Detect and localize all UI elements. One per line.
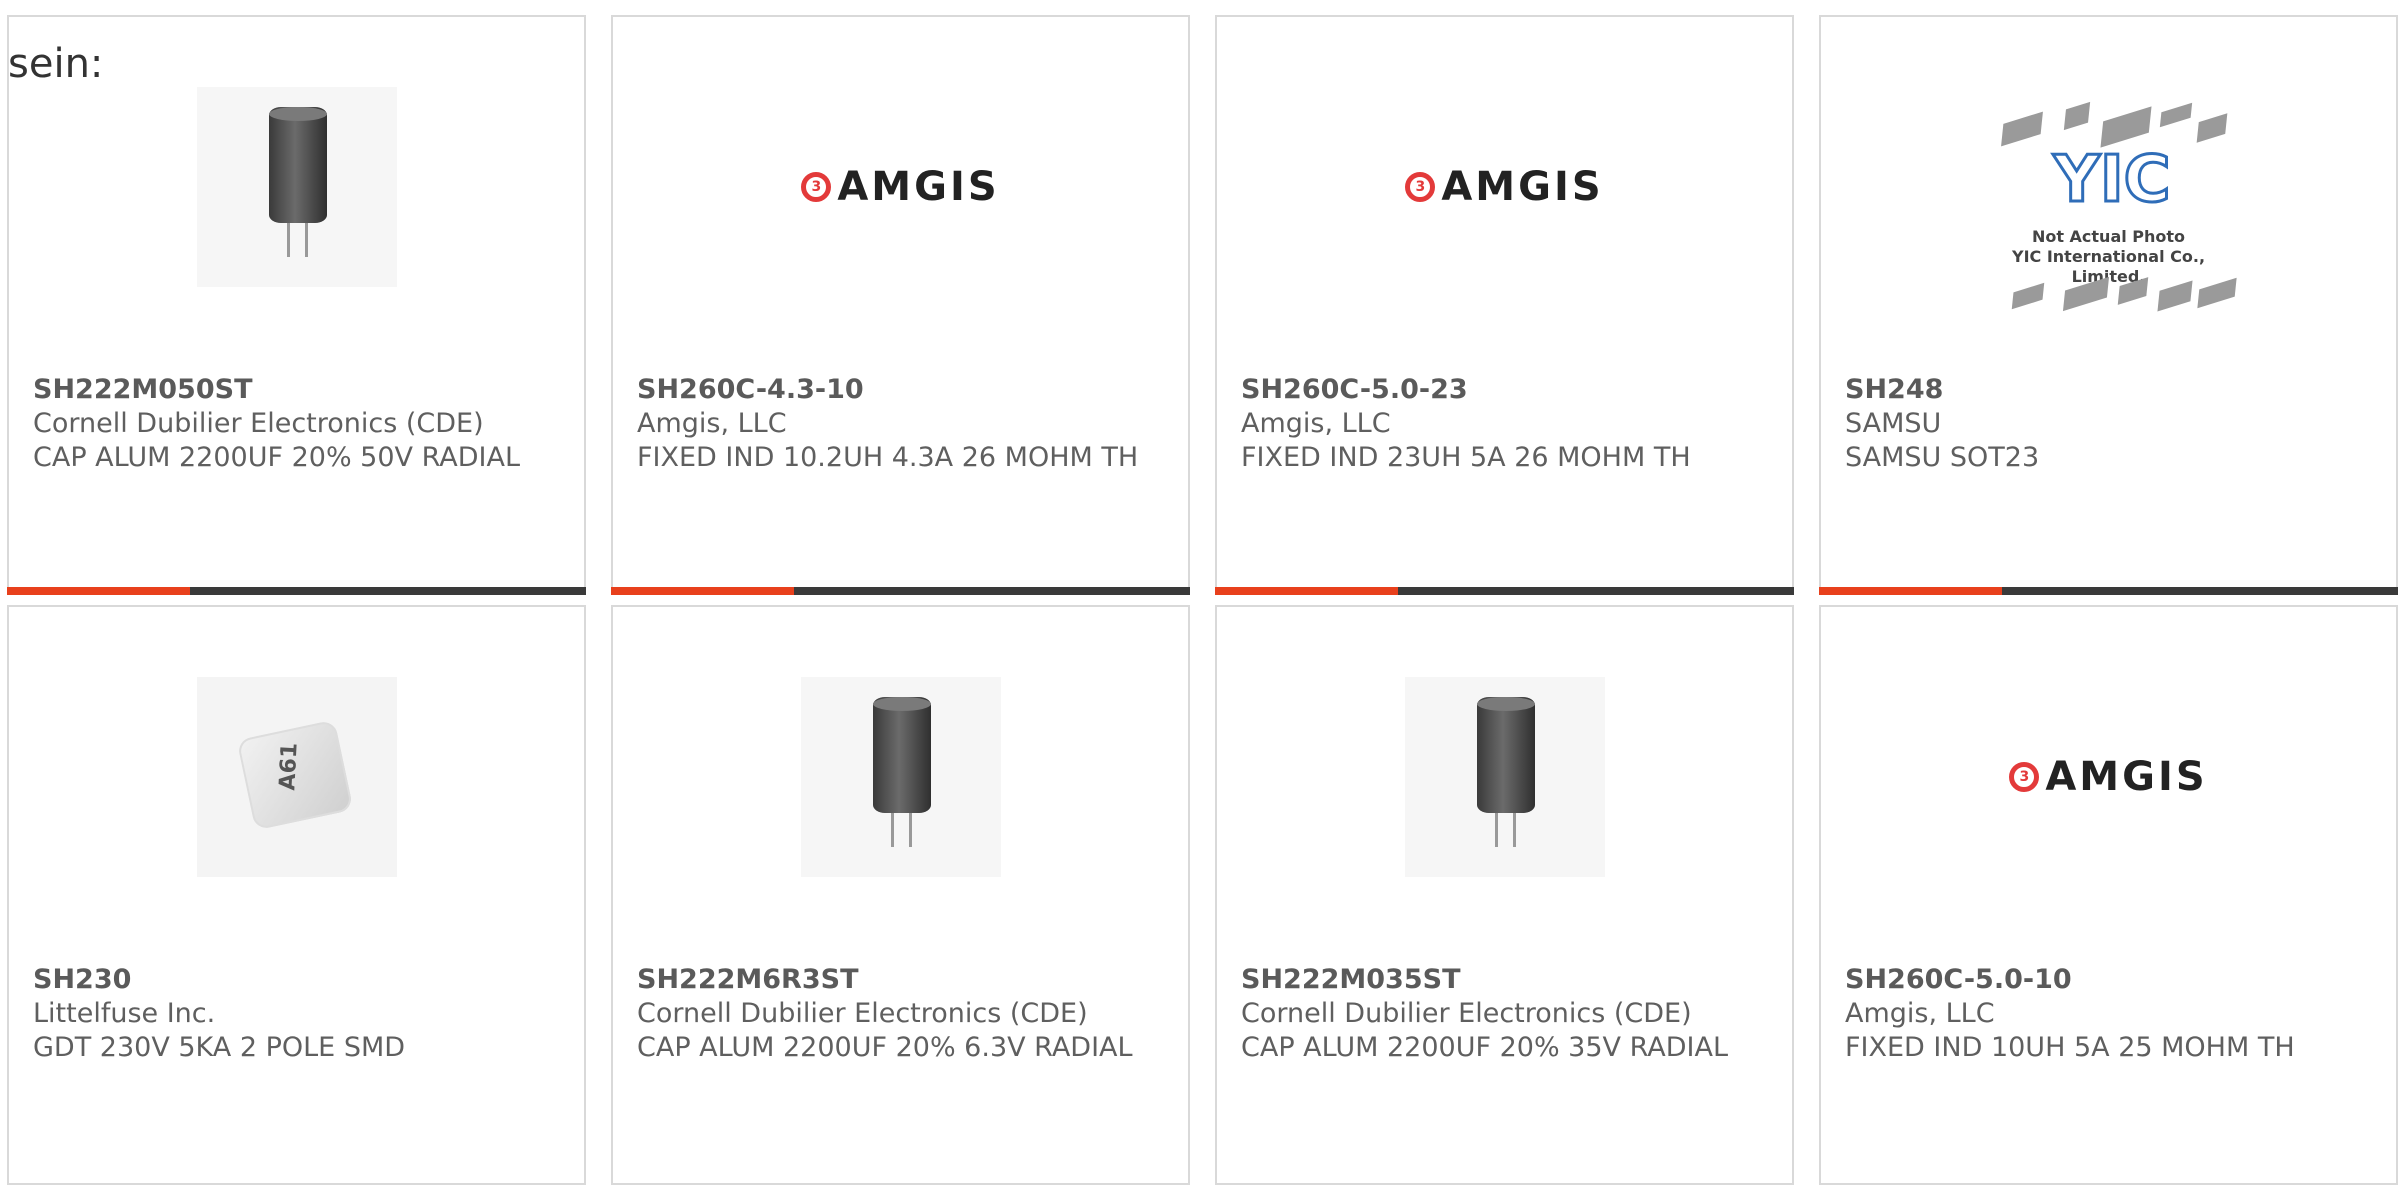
capacitor-image <box>196 87 397 287</box>
yic-logo: YIC <box>2052 143 2172 217</box>
manufacturer: Amgis, LLC <box>1845 998 1995 1029</box>
product-card[interactable]: YIC Not Actual Photo YIC International C… <box>1819 15 2398 595</box>
description: CAP ALUM 2200UF 20% 50V RADIAL <box>33 442 520 473</box>
part-number-link[interactable]: SH222M6R3ST <box>637 963 1168 997</box>
manufacturer: Littelfuse Inc. <box>33 998 216 1029</box>
manufacturer: Cornell Dubilier Electronics (CDE) <box>1241 998 1692 1029</box>
product-card[interactable]: SH222M035ST Cornell Dubilier Electronics… <box>1215 605 1794 1185</box>
product-card[interactable]: 3 AMGIS SH260C-5.0-23 Amgis, LLC FIXED I… <box>1215 15 1794 595</box>
part-number-link[interactable]: SH260C-5.0-10 <box>1845 963 2376 997</box>
product-image[interactable]: 3 AMGIS <box>1821 677 2396 877</box>
card-bottom-bar <box>611 587 1190 595</box>
part-number-link[interactable]: SH230 <box>33 963 564 997</box>
product-image[interactable] <box>1217 677 1792 877</box>
product-card[interactable]: 3 AMGIS SH260C-5.0-10 Amgis, LLC FIXED I… <box>1819 605 2398 1185</box>
product-image[interactable]: 3 AMGIS <box>1217 87 1792 287</box>
description: CAP ALUM 2200UF 20% 6.3V RADIAL <box>637 1032 1133 1063</box>
amgis-logo: 3 AMGIS <box>2009 754 2207 800</box>
amgis-mark-icon: 3 <box>2009 762 2040 792</box>
product-image[interactable]: A61 <box>9 677 584 877</box>
accent-bar <box>1819 587 2002 595</box>
product-card[interactable]: A61 SH230 Littelfuse Inc. GDT 230V 5KA 2… <box>7 605 586 1185</box>
gdt-image: A61 <box>196 677 397 877</box>
amgis-logo: 3 AMGIS <box>1405 164 1603 210</box>
yic-placeholder-image: YIC Not Actual Photo YIC International C… <box>1974 87 2244 327</box>
product-card[interactable]: SH222M6R3ST Cornell Dubilier Electronics… <box>611 605 1190 1185</box>
manufacturer: Amgis, LLC <box>1241 408 1391 439</box>
product-card[interactable]: 3 AMGIS SH260C-4.3-10 Amgis, LLC FIXED I… <box>611 15 1190 595</box>
card-bottom-bar <box>1819 587 2398 595</box>
product-image[interactable] <box>613 677 1188 877</box>
manufacturer: Cornell Dubilier Electronics (CDE) <box>637 998 1088 1029</box>
part-number-link[interactable]: SH222M050ST <box>33 373 564 407</box>
description: FIXED IND 23UH 5A 26 MOHM TH <box>1241 442 1691 473</box>
amgis-mark-icon: 3 <box>1405 172 1436 202</box>
manufacturer: SAMSU <box>1845 408 1942 439</box>
description: FIXED IND 10.2UH 4.3A 26 MOHM TH <box>637 442 1139 473</box>
product-card[interactable]: SH222M050ST Cornell Dubilier Electronics… <box>7 15 586 595</box>
accent-bar <box>1215 587 1398 595</box>
product-image[interactable]: 3 AMGIS <box>613 87 1188 287</box>
manufacturer: Cornell Dubilier Electronics (CDE) <box>33 408 484 439</box>
intro-text: sein: <box>8 41 104 87</box>
capacitor-image <box>1404 677 1605 877</box>
product-image[interactable] <box>9 87 584 287</box>
description: CAP ALUM 2200UF 20% 35V RADIAL <box>1241 1032 1728 1063</box>
card-bottom-bar <box>7 587 586 595</box>
description: SAMSU SOT23 <box>1845 442 2040 473</box>
amgis-mark-icon: 3 <box>801 172 832 202</box>
capacitor-image <box>800 677 1001 877</box>
part-number-link[interactable]: SH260C-4.3-10 <box>637 373 1168 407</box>
part-number-link[interactable]: SH260C-5.0-23 <box>1241 373 1772 407</box>
description: GDT 230V 5KA 2 POLE SMD <box>33 1032 406 1063</box>
accent-bar <box>611 587 794 595</box>
amgis-logo: 3 AMGIS <box>801 164 999 210</box>
part-number-link[interactable]: SH222M035ST <box>1241 963 1772 997</box>
card-bottom-bar <box>1215 587 1794 595</box>
description: FIXED IND 10UH 5A 25 MOHM TH <box>1845 1032 2295 1063</box>
manufacturer: Amgis, LLC <box>637 408 787 439</box>
accent-bar <box>7 587 190 595</box>
product-image[interactable]: YIC Not Actual Photo YIC International C… <box>1821 101 2396 312</box>
part-number-link[interactable]: SH248 <box>1845 373 2376 407</box>
